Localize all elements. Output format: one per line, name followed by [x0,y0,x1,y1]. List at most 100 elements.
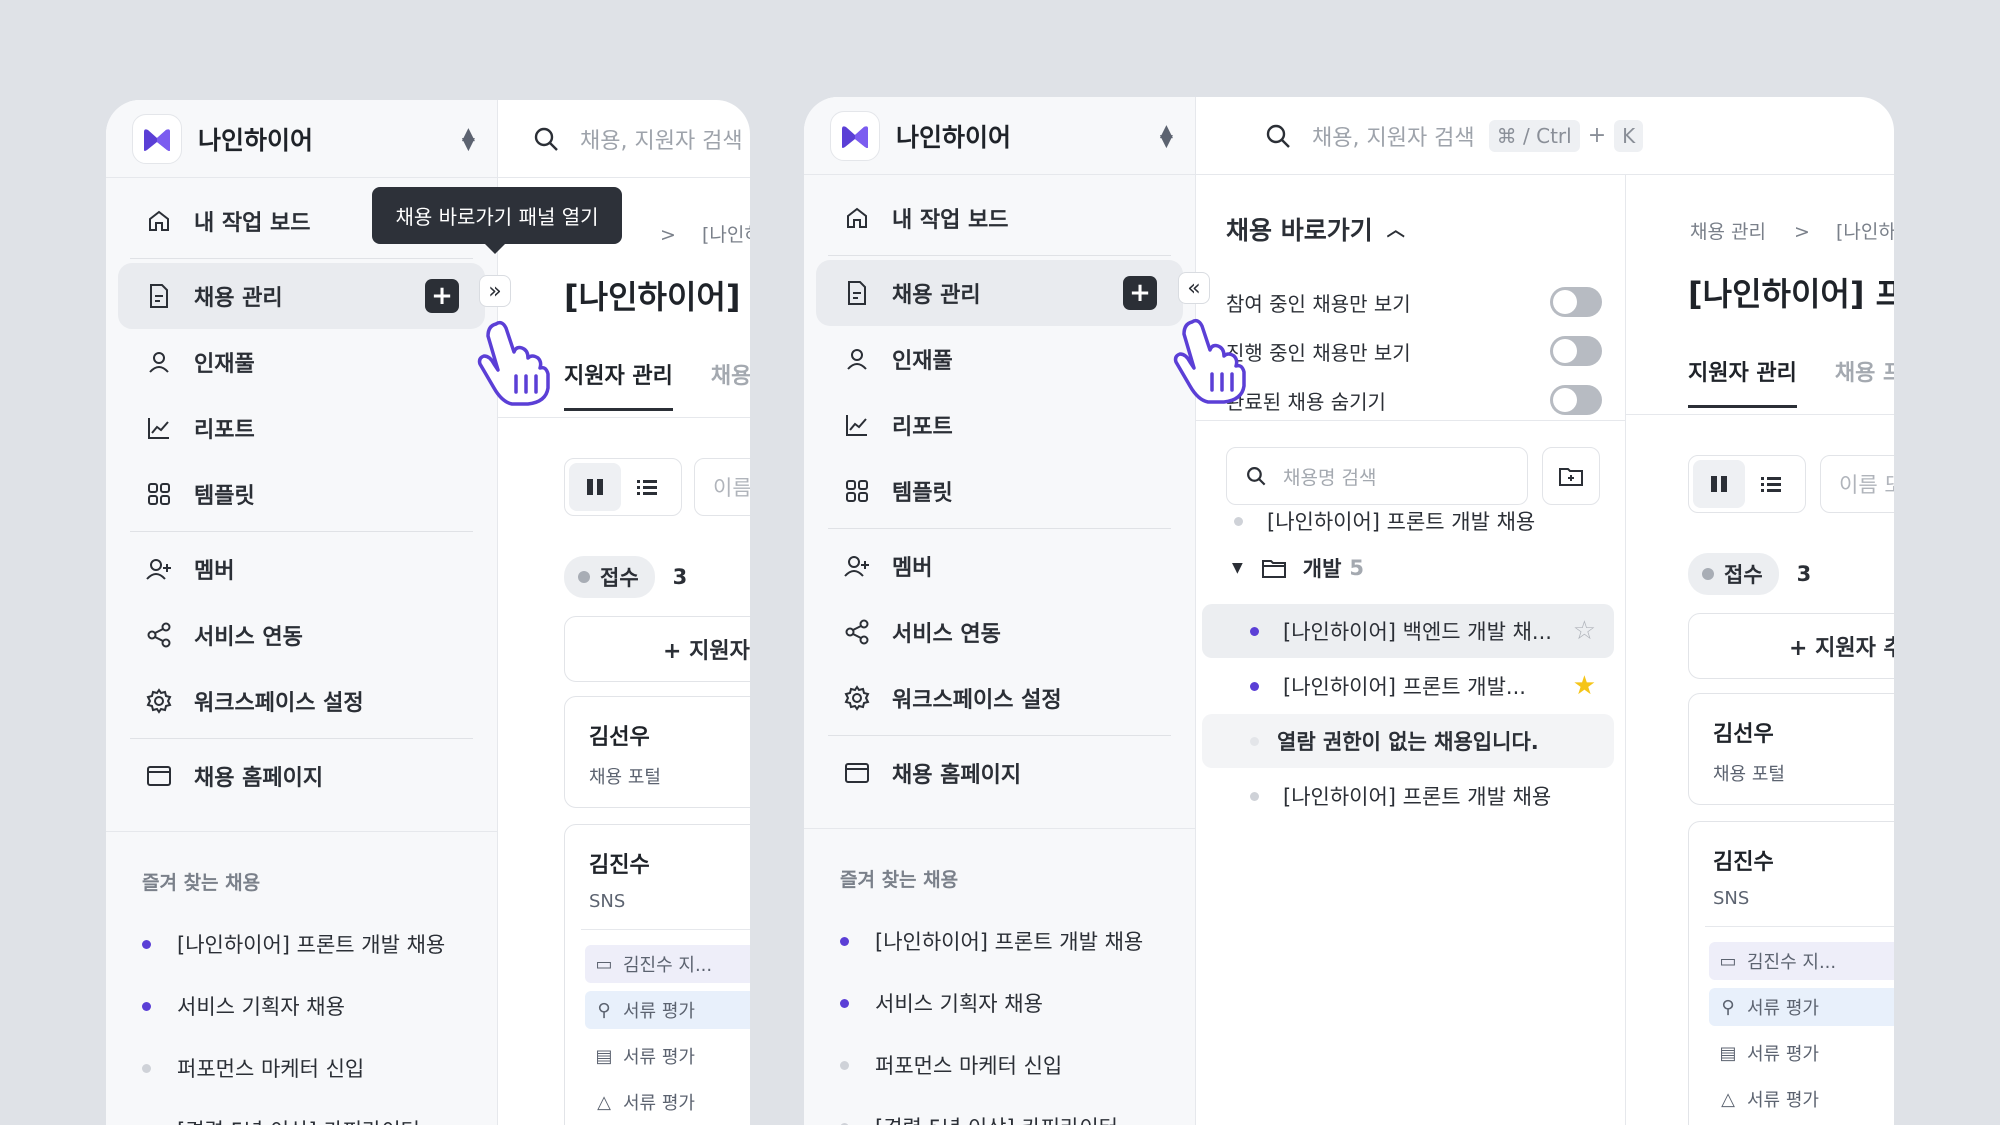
expand-panel-button[interactable]: » [479,275,511,307]
sidebar-item-workspace-settings[interactable]: 워크스페이스 설정 [816,665,1183,731]
toggle-switch[interactable] [1550,385,1602,415]
collapse-panel-button[interactable]: « [1178,272,1210,304]
document-icon: ▤ [1719,1042,1737,1064]
tab-process[interactable]: 채용 프로세스 [1835,355,1894,408]
breadcrumb-current[interactable]: [나인하이어] 프론트 개발 채용 [702,224,750,246]
evaluation-chip[interactable]: ⚲ 서류 평가 [585,991,750,1029]
evaluation-chip[interactable]: △ 서류 평가 [1709,1080,1894,1118]
favorite-item[interactable]: [나인하이어] 프론트 개발 채용 [840,910,1195,972]
evaluation-chip[interactable]: ▤ 서류 평가 [585,1037,750,1075]
sidebar-item-workspace-settings[interactable]: 워크스페이스 설정 [118,668,485,734]
sidebar-item-label: 멤버 [892,556,933,581]
workspace-header[interactable]: 나인하이어 ▲ ▼ [804,97,1195,175]
sidebar-item-report[interactable]: 리포트 [118,395,485,461]
home-icon [144,206,174,236]
sidebar-item-talent-pool[interactable]: 인재풀 [118,329,485,395]
recruit-shortcut-item[interactable]: [나인하이어] 프론트 개발... ★ [1202,659,1614,713]
document-icon [144,281,174,311]
star-filled-icon[interactable]: ★ [1573,671,1596,701]
recruit-shortcut-item[interactable]: [나인하이어] 프론트 개발 채용 [1234,494,1535,548]
schedule-chip[interactable]: ▭ 김진수 지... [1709,942,1894,980]
add-recruit-button[interactable]: + [1123,276,1157,310]
sidebar-item-talent-pool[interactable]: 인재풀 [816,326,1183,392]
sidebar-item-my-board[interactable]: 내 작업 보드 [816,185,1183,251]
add-folder-button[interactable] [1542,447,1600,505]
panel-title[interactable]: 채용 바로가기 ︿ [1226,211,1405,247]
tab-process[interactable]: 채용 프로세스 [711,358,750,411]
divider [1196,420,1625,421]
applicant-name: 김진수 [1713,850,1774,875]
toggle-label: 진행 중인 채용만 보기 [1226,340,1411,365]
add-applicant-button[interactable]: + 지원자 추가 [564,616,750,682]
workspace-header[interactable]: 나인하이어 ▲ ▼ [106,100,497,178]
favorite-item[interactable]: 퍼포먼스 마케터 신입 [142,1037,497,1099]
sidebar-item-recruit[interactable]: 채용 관리 + [816,260,1183,326]
favorite-item[interactable]: [경력 5년 이상] 카피라이터... [840,1096,1195,1125]
applicant-card[interactable]: 김선우 채용 포털 [564,696,750,808]
favorite-label: 퍼포먼스 마케터 신입 [177,1057,365,1081]
board-view-button[interactable] [1693,460,1745,508]
recruit-shortcut-item[interactable]: [나인하이어] 프론트 개발 채용 [1202,769,1614,823]
workspace-switch-icon[interactable]: ▲ ▼ [462,125,475,152]
evaluation-chip[interactable]: △ 서류 평가 [585,1083,750,1121]
applicant-name: 김선우 [589,725,650,750]
share-icon [842,617,872,647]
tab-applicants[interactable]: 지원자 관리 [1688,355,1797,408]
favorite-item[interactable]: 서비스 기획자 채용 [142,975,497,1037]
global-search[interactable]: 채용, 지원자 검색 ⌘ / Ctrl + K [1196,97,1894,175]
evaluation-chip[interactable]: ▤ 서류 평가 [1709,1034,1894,1072]
star-outline-icon[interactable]: ☆ [1573,616,1596,646]
toggle-switch[interactable] [1550,336,1602,366]
pointer-hand-icon [1173,318,1246,404]
applicant-search-input[interactable]: 이름 또는 이메일 검색 [1820,455,1894,513]
add-applicant-button[interactable]: + 지원자 추가 [1688,613,1894,679]
applicant-card[interactable]: 김선우 채용 포털 [1688,693,1894,805]
warning-icon: △ [1721,1088,1735,1110]
list-view-button[interactable] [1745,460,1797,508]
toggle-switch[interactable] [1550,287,1602,317]
sidebar-item-member[interactable]: 멤버 [118,536,485,602]
sidebar-item-template[interactable]: 템플릿 [118,461,485,527]
favorite-item[interactable]: [나인하이어] 프론트 개발 채용 [142,913,497,975]
schedule-chip[interactable]: ▭ 김진수 지... [585,945,750,983]
gear-icon [842,683,872,713]
applicant-card[interactable]: 김진수 SNS ▭ 김진수 지... ⚲ 서류 평가 ▤ 서류 평가 △ 서류 평가 [1688,821,1894,1125]
sidebar-item-career-home[interactable]: 채용 홈페이지 [816,740,1183,806]
favorite-item[interactable]: 퍼포먼스 마케터 신입 [840,1034,1195,1096]
chip-label: 서류 평가 [1747,998,1819,1019]
tab-applicants[interactable]: 지원자 관리 [564,358,673,411]
shortcut-key: K [1614,119,1644,152]
tooltip: 채용 바로가기 패널 열기 [372,187,622,254]
add-recruit-button[interactable]: + [425,279,459,313]
board-view-button[interactable] [569,463,621,511]
sidebar-item-member[interactable]: 멤버 [816,533,1183,599]
status-dot [840,998,849,1008]
breadcrumb-root[interactable]: 채용 관리 [1690,221,1766,243]
sidebar-item-integration[interactable]: 서비스 연동 [118,602,485,668]
folder-row[interactable]: ▼ 개발 5 [1232,553,1364,583]
sidebar-item-template[interactable]: 템플릿 [816,458,1183,524]
workspace-switch-icon[interactable]: ▲ ▼ [1160,122,1173,149]
item-label: [나인하이어] 프론트 개발... [1283,675,1526,699]
applicant-card[interactable]: 김진수 SNS ▭ 김진수 지... ⚲ 서류 평가 ▤ 서류 평가 △ 서류 평가 [564,824,750,1125]
sidebar-item-label: 내 작업 보드 [194,211,311,236]
recruit-shortcut-item[interactable]: [나인하이어] 백엔드 개발 채... ☆ [1202,604,1614,658]
sidebar-item-recruit[interactable]: 채용 관리 + [118,263,485,329]
applicant-search-input[interactable]: 이름 또는 이메일 검색 [694,458,750,516]
sidebar-item-report[interactable]: 리포트 [816,392,1183,458]
item-label: 열람 권한이 없는 채용입니다. [1277,730,1539,754]
share-icon [144,620,174,650]
user-icon [144,347,174,377]
chip-label: 서류 평가 [1747,1044,1819,1065]
home-icon [842,203,872,233]
evaluation-chip[interactable]: ⚲ 서류 평가 [1709,988,1894,1026]
favorite-item[interactable]: [경력 5년 이상] 카피라이터... [142,1099,497,1125]
list-view-button[interactable] [621,463,673,511]
global-search[interactable]: 채용, 지원자 검색 [498,100,750,178]
sidebar-item-integration[interactable]: 서비스 연동 [816,599,1183,665]
chip-label: 서류 평가 [1747,1090,1819,1111]
sidebar-item-career-home[interactable]: 채용 홈페이지 [118,743,485,809]
favorite-item[interactable]: 서비스 기획자 채용 [840,972,1195,1034]
sidebar-item-label: 내 작업 보드 [892,208,1009,233]
breadcrumb-current[interactable]: [나인하이어] 프론트 개발 채용 [1836,221,1894,243]
